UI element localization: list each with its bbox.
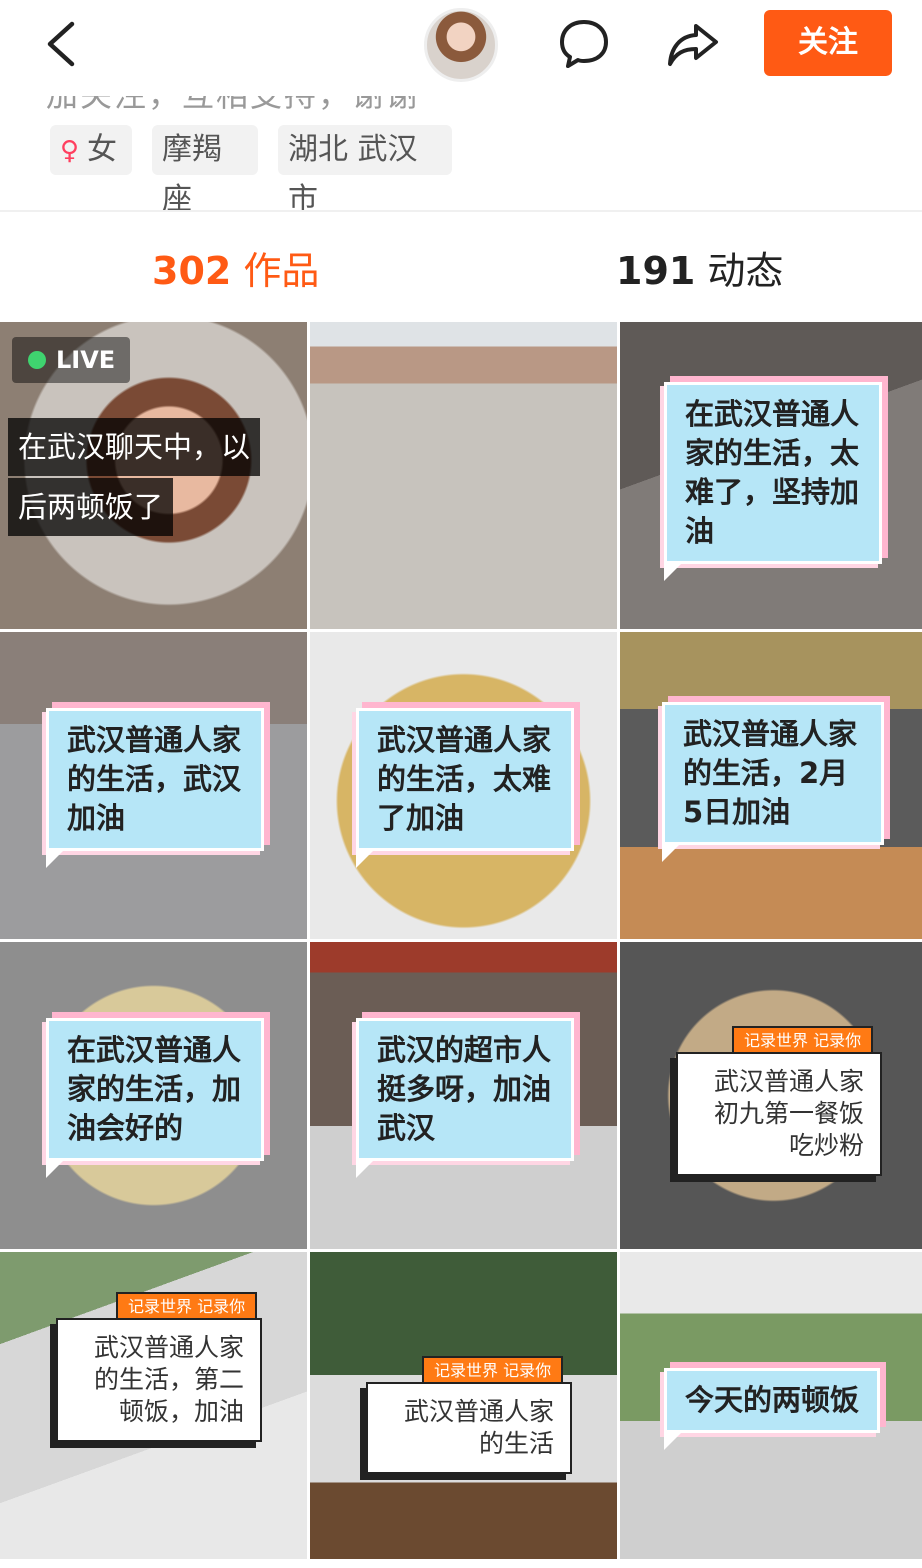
video-caption: 今天的两顿饭 (664, 1368, 880, 1450)
tab-dynamics[interactable]: 191 动态 (616, 240, 783, 295)
zodiac-tag: 摩羯座 (152, 125, 258, 217)
video-caption: 武汉的超市人挺多呀，加油武汉 (356, 1018, 574, 1178)
video-thumbnail[interactable]: 武汉普通人家的生活，太难了加油 (310, 632, 617, 939)
video-thumbnail[interactable]: 记录世界 记录你 武汉普通人家的生活 (310, 1252, 617, 1559)
works-count: 302 (152, 249, 232, 293)
video-thumbnail[interactable]: 今天的两顿饭 (620, 1252, 922, 1559)
video-thumbnail[interactable]: 武汉普通人家的生活，武汉加油 (0, 632, 307, 939)
video-thumbnail[interactable] (310, 322, 617, 629)
share-icon[interactable] (664, 18, 722, 72)
live-label: LIVE (56, 346, 116, 374)
gender-tag: ♀ 女 (50, 125, 132, 175)
tab-works[interactable]: 302 作品 (152, 240, 319, 295)
dynamics-label: 动态 (707, 249, 784, 293)
video-caption: 武汉普通人家的生活，第二顿饭，加油 (56, 1318, 262, 1442)
video-caption: 武汉普通人家的生活，2月5日加油 (662, 702, 884, 862)
divider (0, 210, 922, 212)
location-tag: 湖北 武汉市 (278, 125, 452, 217)
avatar[interactable] (424, 8, 498, 82)
video-caption: 在武汉普通人家的生活，太难了，坚持加油 (664, 382, 882, 581)
video-thumbnail[interactable]: 在武汉普通人家的生活，太难了，坚持加油 (620, 322, 922, 629)
video-thumbnail[interactable]: 武汉普通人家的生活，2月5日加油 (620, 632, 922, 939)
live-caption-line-1: 在武汉聊天中，以 (8, 418, 261, 476)
zodiac-label: 摩羯座 (162, 132, 222, 217)
top-bar: 关注 (0, 0, 922, 96)
video-thumbnail[interactable]: 武汉的超市人挺多呀，加油武汉 (310, 942, 617, 1249)
back-icon[interactable] (38, 18, 86, 70)
female-icon: ♀ (60, 136, 80, 166)
gender-label: 女 (87, 132, 118, 167)
video-thumbnail[interactable]: 在武汉普通人家的生活，加油会好的 (0, 942, 307, 1249)
location-label: 湖北 武汉市 (288, 132, 418, 217)
live-dot-icon (28, 351, 46, 369)
video-caption: 武汉普通人家的生活，武汉加油 (46, 708, 264, 868)
follow-button[interactable]: 关注 (764, 10, 892, 76)
live-badge: LIVE (12, 337, 130, 383)
works-label: 作品 (243, 249, 320, 293)
video-thumbnail-live[interactable]: LIVE 在武汉聊天中，以 后两顿饭了 (0, 322, 307, 629)
video-caption: 武汉普通人家初九第一餐饭吃炒粉 (676, 1052, 882, 1176)
video-caption: 武汉普通人家的生活，太难了加油 (356, 708, 574, 868)
video-thumbnail[interactable]: 记录世界 记录你 武汉普通人家初九第一餐饭吃炒粉 (620, 942, 922, 1249)
video-thumbnail[interactable]: 记录世界 记录你 武汉普通人家的生活，第二顿饭，加油 (0, 1252, 307, 1559)
dynamics-count: 191 (616, 249, 696, 293)
video-caption: 武汉普通人家的生活 (366, 1382, 572, 1474)
street-photo (310, 322, 617, 629)
video-caption: 在武汉普通人家的生活，加油会好的 (46, 1018, 264, 1178)
live-caption-line-2: 后两顿饭了 (8, 478, 174, 536)
chat-icon[interactable] (556, 16, 612, 72)
